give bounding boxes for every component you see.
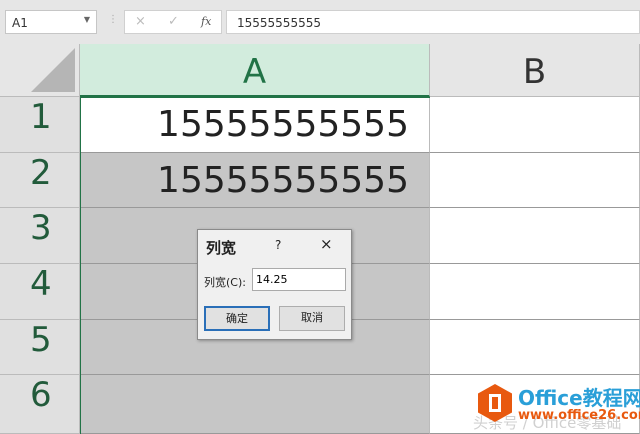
formula-input[interactable]: 15555555555 [226,10,640,34]
column-header-b[interactable]: B [430,44,640,97]
row-header-5[interactable]: 5 [0,320,80,375]
cell-b2[interactable] [430,153,640,208]
close-icon[interactable]: × [320,235,333,253]
formula-buttons: × ✓ fx [124,10,222,34]
ok-button[interactable]: 确定 [204,306,270,331]
column-header-a[interactable]: A [80,44,430,97]
name-box[interactable]: A1 ▼ [5,10,97,34]
select-all-button[interactable] [0,44,80,97]
column-width-label: 列宽(C): [204,276,246,289]
name-box-value: A1 [12,16,28,30]
row-header-2[interactable]: 2 [0,153,80,208]
row-header-6[interactable]: 6 [0,375,80,434]
column-width-dialog: 列宽 ? × 列宽(C): 确定 取消 [197,229,352,340]
watermark-brand: Office教程网 [518,386,640,410]
cancel-button[interactable]: 取消 [279,306,345,331]
formula-bar: A1 ▼ ⋮ × ✓ fx 15555555555 [0,0,640,44]
row-header-3[interactable]: 3 [0,208,80,264]
cell-b1[interactable] [430,97,640,153]
drag-handle-icon[interactable]: ⋮ [108,14,118,25]
cell-b5[interactable] [430,320,640,375]
chevron-down-icon[interactable]: ▼ [84,15,90,24]
cell-b4[interactable] [430,264,640,320]
enter-icon[interactable]: ✓ [168,14,179,29]
row-header-4[interactable]: 4 [0,264,80,320]
help-icon[interactable]: ? [275,238,281,252]
dialog-title: 列宽 [206,239,237,257]
cell-b3[interactable] [430,208,640,264]
watermark-url: www.office26.com [518,408,640,423]
row-header-1[interactable]: 1 [0,97,80,153]
column-width-input[interactable] [252,268,346,291]
cancel-icon[interactable]: × [135,14,146,29]
function-icon[interactable]: fx [201,15,211,28]
